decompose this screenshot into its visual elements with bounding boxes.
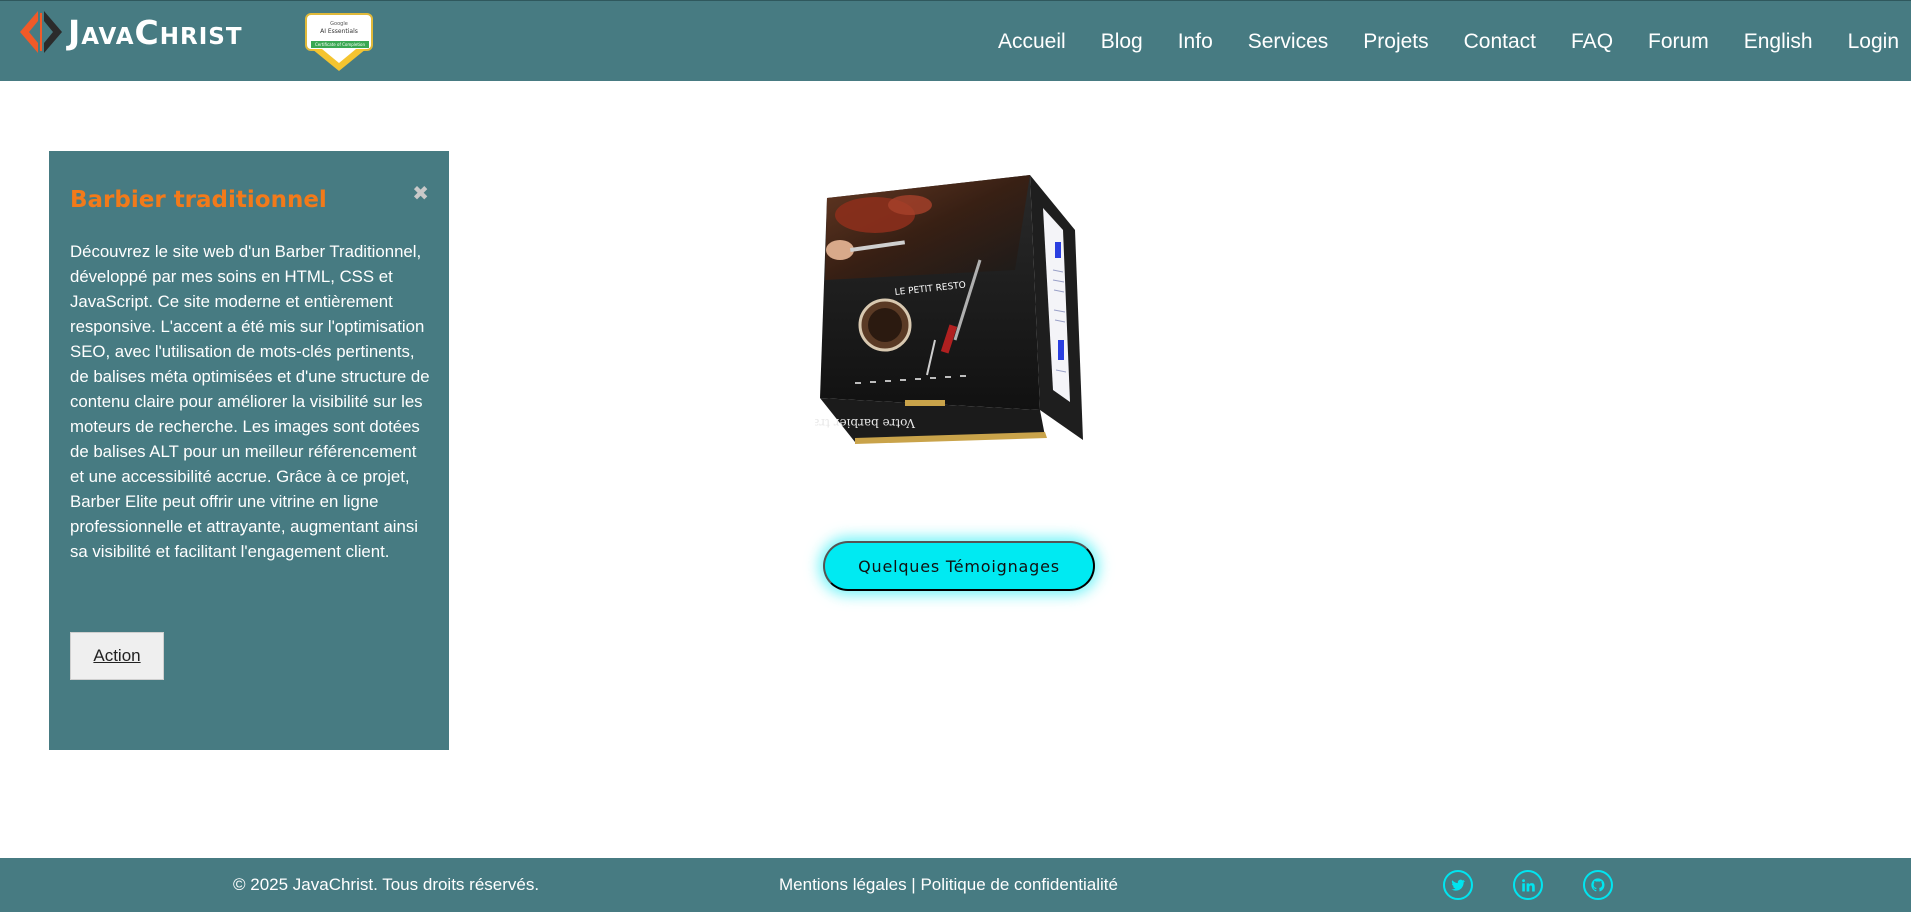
legal-notice-link[interactable]: Mentions légales bbox=[779, 875, 907, 894]
site-header: JavaChrist Google AI Essentials Certific… bbox=[0, 0, 1911, 81]
nav-login[interactable]: Login bbox=[1848, 30, 1899, 54]
brand-name: JavaChrist bbox=[68, 13, 243, 52]
badge-line-3: Certificate of Completion bbox=[314, 42, 366, 47]
privacy-policy-link[interactable]: Politique de confidentialité bbox=[920, 875, 1118, 894]
google-ai-essentials-badge: Google AI Essentials Certificate of Comp… bbox=[305, 13, 373, 71]
nav-contact[interactable]: Contact bbox=[1464, 30, 1536, 54]
footer-copyright: © 2025 JavaChrist. Tous droits réservés. bbox=[233, 875, 540, 894]
action-button[interactable]: Action bbox=[70, 632, 164, 680]
code-brackets-logo-icon bbox=[20, 11, 62, 53]
cube-bottom-text: Votre barbier traditionnel bbox=[815, 416, 916, 430]
social-links bbox=[1443, 858, 1653, 912]
testimonials-button[interactable]: Quelques Témoignages bbox=[823, 541, 1095, 591]
project-card: ✖ Barbier traditionnel Découvrez le site… bbox=[49, 151, 449, 750]
nav-english[interactable]: English bbox=[1744, 30, 1813, 54]
badge-line-1: Google bbox=[330, 21, 348, 27]
nav-info[interactable]: Info bbox=[1178, 30, 1213, 54]
project-title: Barbier traditionnel bbox=[70, 187, 327, 213]
github-icon[interactable] bbox=[1583, 870, 1613, 900]
nav-accueil[interactable]: Accueil bbox=[998, 30, 1066, 54]
project-cube-image[interactable]: LE PETIT RESTO Votre barbier traditionne… bbox=[815, 170, 1085, 445]
nav-projets[interactable]: Projets bbox=[1363, 30, 1428, 54]
footer-links: Mentions légales | Politique de confiden… bbox=[779, 858, 1118, 912]
site-footer: © 2025 JavaChrist. Tous droits réservés.… bbox=[0, 858, 1911, 912]
project-description: Découvrez le site web d'un Barber Tradit… bbox=[70, 242, 430, 561]
close-icon[interactable]: ✖ bbox=[412, 181, 429, 205]
nav-services[interactable]: Services bbox=[1248, 30, 1329, 54]
nav-faq[interactable]: FAQ bbox=[1571, 30, 1613, 54]
site-logo[interactable]: JavaChrist bbox=[18, 9, 288, 57]
footer-separator: | bbox=[906, 875, 921, 894]
twitter-icon[interactable] bbox=[1443, 870, 1473, 900]
badge-line-2: AI Essentials bbox=[320, 28, 358, 35]
nav-forum[interactable]: Forum bbox=[1648, 30, 1709, 54]
main-nav: Accueil Blog Info Services Projets Conta… bbox=[963, 1, 1899, 82]
linkedin-icon[interactable] bbox=[1513, 870, 1543, 900]
nav-blog[interactable]: Blog bbox=[1101, 30, 1143, 54]
